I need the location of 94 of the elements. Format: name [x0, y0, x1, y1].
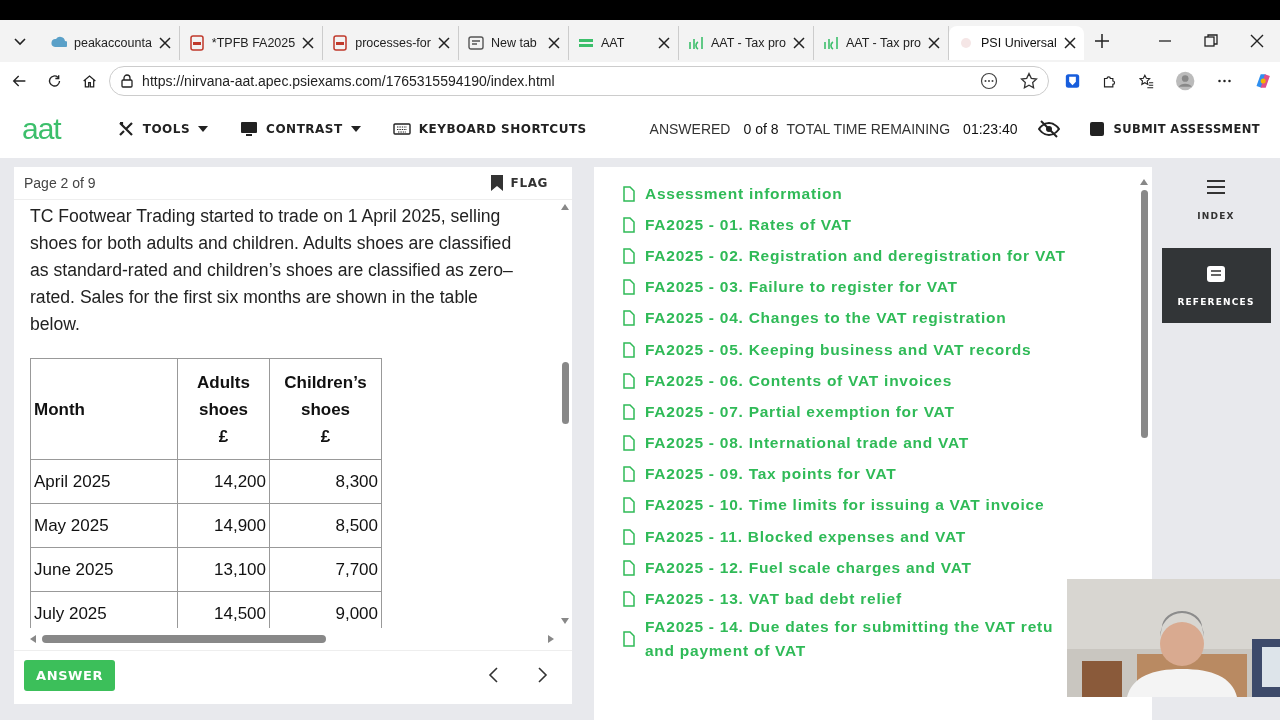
horizontal-scrollbar-thumb[interactable]: [42, 635, 326, 643]
table-cell: 8,500: [269, 503, 382, 548]
shield-icon[interactable]: [1065, 72, 1081, 90]
document-icon: [188, 35, 205, 51]
table-cell: June 2025: [30, 547, 178, 592]
answered-count: 0 of 8: [743, 121, 779, 137]
browser-tab[interactable]: New tab: [458, 26, 569, 60]
scroll-up-icon[interactable]: [1140, 179, 1148, 185]
document-icon: [332, 35, 349, 51]
close-icon[interactable]: [547, 37, 560, 49]
reload-icon[interactable]: [47, 72, 63, 90]
browser-tab[interactable]: *TPFB FA2025: [179, 26, 324, 60]
close-icon[interactable]: [928, 37, 940, 49]
aat-logo: aat: [22, 112, 61, 146]
scroll-left-icon[interactable]: [30, 635, 36, 643]
close-icon[interactable]: [302, 37, 315, 49]
address-field[interactable]: https://nirvana-aat.apec.psiexams.com/1765315594190/index.html: [109, 66, 1050, 96]
column-header: Children’s shoes £: [269, 358, 382, 460]
table-cell: April 2025: [30, 459, 178, 504]
document-icon: [623, 372, 635, 389]
lock-icon: [120, 74, 135, 88]
bookmark-icon: [490, 175, 503, 191]
close-icon[interactable]: [793, 37, 805, 49]
favorites-icon[interactable]: [1139, 72, 1155, 90]
next-icon[interactable]: [538, 667, 548, 683]
table-cell: May 2025: [30, 503, 178, 548]
tools-icon: [116, 120, 135, 138]
time-remaining: 01:23:40: [963, 121, 1018, 137]
answered-label: ANSWERED: [649, 121, 731, 137]
previous-icon[interactable]: [488, 667, 498, 683]
browser-tab[interactable]: PSI Universal: [949, 26, 1084, 60]
close-icon[interactable]: [1250, 34, 1264, 48]
table-cell: 14,200: [177, 459, 270, 504]
browser-tab[interactable]: processes-for: [323, 26, 459, 60]
table-cell: 13,100: [177, 547, 270, 592]
monitor-icon: [240, 120, 259, 138]
hide-icon[interactable]: [1037, 120, 1060, 138]
document-icon: [623, 528, 635, 545]
time-label: TOTAL TIME REMAINING: [786, 121, 951, 137]
scroll-right-icon[interactable]: [548, 635, 554, 643]
document-icon: [623, 591, 635, 608]
flag-button[interactable]: FLAG: [490, 175, 548, 191]
document-icon: [623, 630, 635, 647]
aat-logo-icon: [823, 35, 839, 51]
rail-button[interactable]: INDEX: [1161, 175, 1271, 225]
close-icon[interactable]: [657, 37, 670, 49]
more-icon[interactable]: [980, 72, 999, 90]
vertical-scrollbar-thumb[interactable]: [1140, 190, 1148, 438]
document-icon: [623, 247, 635, 264]
table-cell: 14,900: [177, 503, 270, 548]
caret-icon: [198, 126, 209, 132]
question-text: TC Footwear Trading started to trade on 1 April 2025, selling shoes for both adults and children. Adults shoes are classified as standard-rated and children’s shoes are classified as zero–rated. Sales for the first six months are shown in the table below.: [30, 205, 514, 336]
profile-icon[interactable]: [1176, 70, 1195, 92]
star-icon[interactable]: [1020, 72, 1039, 90]
browser-tab[interactable]: peakaccounta: [42, 26, 180, 60]
browser-tab[interactable]: AAT: [568, 26, 679, 60]
document-icon: [623, 403, 635, 420]
home-icon[interactable]: [82, 72, 98, 90]
document-icon: [623, 466, 635, 483]
keyboard-icon: [392, 120, 411, 138]
menu-button[interactable]: KEYBOARD SHORTCUTS: [392, 120, 587, 138]
close-icon[interactable]: [437, 37, 450, 49]
document-icon: [623, 559, 635, 576]
table-cell: 7,700: [269, 547, 382, 592]
menu-icon: [1206, 179, 1226, 197]
page-icon: [467, 35, 484, 51]
document-icon: [623, 216, 635, 233]
restore-icon[interactable]: [1204, 34, 1218, 48]
psi-logo-icon: [958, 35, 974, 51]
close-icon[interactable]: [1063, 37, 1076, 49]
table-cell: 8,300: [269, 459, 382, 504]
square-icon: [1089, 122, 1104, 136]
plus-icon[interactable]: [1093, 33, 1110, 49]
caret-icon: [350, 126, 361, 132]
aat-logo-icon: [687, 35, 704, 51]
menu-button[interactable]: CONTRAST: [240, 120, 361, 138]
scroll-up-icon[interactable]: [561, 204, 569, 210]
document-icon: [623, 185, 635, 202]
rail-button[interactable]: REFERENCES: [1161, 248, 1271, 323]
submit-assessment-button[interactable]: SUBMIT ASSESSMENT: [1089, 122, 1260, 136]
document-icon: [623, 279, 635, 296]
document-icon: [623, 310, 635, 327]
document-icon: [623, 341, 635, 358]
column-header: Month: [30, 358, 178, 460]
vertical-scrollbar-thumb[interactable]: [561, 362, 569, 424]
column-header: Adults shoes £: [177, 358, 270, 460]
document-icon: [1206, 264, 1226, 283]
close-icon[interactable]: [158, 37, 171, 49]
document-icon: [623, 435, 635, 452]
page-indicator: Page 2 of 9: [24, 175, 97, 191]
menu-button[interactable]: TOOLS: [116, 120, 209, 138]
document-icon: [623, 497, 635, 514]
browser-tab[interactable]: AAT - Tax pro: [678, 26, 814, 60]
scroll-down-icon[interactable]: [561, 618, 569, 624]
